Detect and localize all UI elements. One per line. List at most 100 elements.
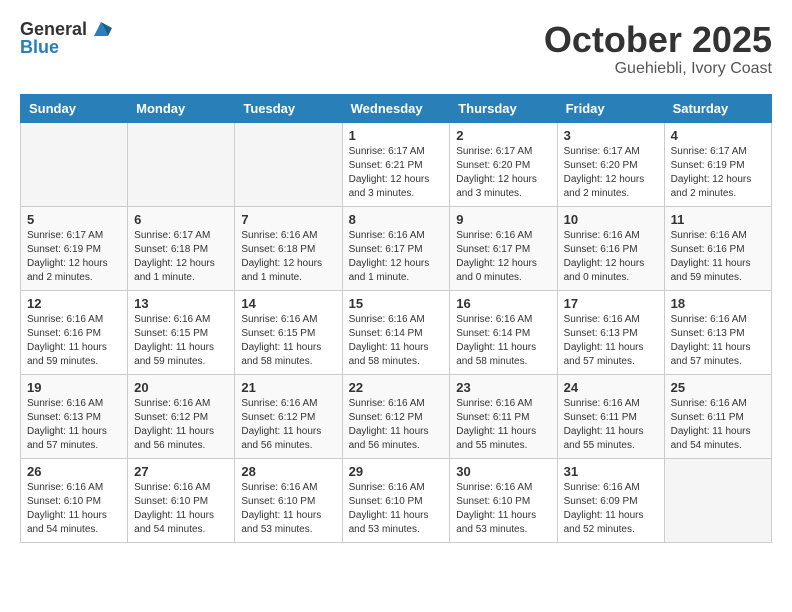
weekday-header-thursday: Thursday: [450, 94, 557, 122]
calendar-cell: 21 Sunrise: 6:16 AM Sunset: 6:12 PM Dayli…: [235, 374, 342, 458]
logo-blue: Blue: [20, 38, 112, 58]
day-number: 5: [27, 212, 121, 227]
calendar-cell: 24 Sunrise: 6:16 AM Sunset: 6:11 PM Dayli…: [557, 374, 664, 458]
weekday-header-sunday: Sunday: [21, 94, 128, 122]
calendar-cell: 28Sunrise: 6:16 AM Sunset: 6:10 PM Dayli…: [235, 458, 342, 542]
day-info: Sunrise: 6:17 AM Sunset: 6:20 PM Dayligh…: [456, 145, 550, 201]
calendar-cell: 20Sunrise: 6:16 AM Sunset: 6:12 PM Dayli…: [128, 374, 235, 458]
day-number: 22: [349, 380, 444, 395]
calendar-cell: 1 Sunrise: 6:17 AM Sunset: 6:21 PM Daylig…: [342, 122, 450, 206]
calendar-cell: 6 Sunrise: 6:17 AM Sunset: 6:18 PM Daylig…: [128, 206, 235, 290]
day-number: 9: [456, 212, 550, 227]
calendar-cell: 7Sunrise: 6:16 AM Sunset: 6:18 PM Daylig…: [235, 206, 342, 290]
day-number: 1: [349, 128, 444, 143]
location-title: Guehiebli, Ivory Coast: [544, 60, 772, 78]
day-info: Sunrise: 6:16 AM Sunset: 6:17 PM Dayligh…: [349, 229, 444, 285]
day-number: 6: [134, 212, 228, 227]
weekday-header-monday: Monday: [128, 94, 235, 122]
day-info: Sunrise: 6:16 AM Sunset: 6:12 PM Dayligh…: [134, 397, 228, 453]
day-number: 12: [27, 296, 121, 311]
calendar-cell: [21, 122, 128, 206]
calendar-cell: 12 Sunrise: 6:16 AM Sunset: 6:16 PM Dayli…: [21, 290, 128, 374]
calendar-cell: 31Sunrise: 6:16 AM Sunset: 6:09 PM Dayli…: [557, 458, 664, 542]
calendar-cell: 2 Sunrise: 6:17 AM Sunset: 6:20 PM Daylig…: [450, 122, 557, 206]
day-info: Sunrise: 6:16 AM Sunset: 6:10 PM Dayligh…: [27, 481, 121, 537]
day-info: Sunrise: 6:16 AM Sunset: 6:15 PM Dayligh…: [134, 313, 228, 369]
day-number: 25: [671, 380, 765, 395]
calendar-cell: 4 Sunrise: 6:17 AM Sunset: 6:19 PM Daylig…: [664, 122, 771, 206]
calendar-cell: 9 Sunrise: 6:16 AM Sunset: 6:17 PM Daylig…: [450, 206, 557, 290]
day-number: 11: [671, 212, 765, 227]
day-info: Sunrise: 6:17 AM Sunset: 6:18 PM Dayligh…: [134, 229, 228, 285]
day-info: Sunrise: 6:16 AM Sunset: 6:16 PM Dayligh…: [564, 229, 658, 285]
day-number: 14: [241, 296, 335, 311]
day-number: 3: [564, 128, 658, 143]
calendar-cell: 30 Sunrise: 6:16 AM Sunset: 6:10 PM Dayli…: [450, 458, 557, 542]
calendar-cell: [664, 458, 771, 542]
day-info: Sunrise: 6:17 AM Sunset: 6:19 PM Dayligh…: [671, 145, 765, 201]
title-block: October 2025 Guehiebli, Ivory Coast: [544, 20, 772, 78]
day-number: 29: [349, 464, 444, 479]
day-number: 8: [349, 212, 444, 227]
day-info: Sunrise: 6:16 AM Sunset: 6:11 PM Dayligh…: [456, 397, 550, 453]
weekday-header-friday: Friday: [557, 94, 664, 122]
day-number: 24: [564, 380, 658, 395]
day-info: Sunrise: 6:16 AM Sunset: 6:17 PM Dayligh…: [456, 229, 550, 285]
calendar-cell: 5Sunrise: 6:17 AM Sunset: 6:19 PM Daylig…: [21, 206, 128, 290]
logo-icon: [90, 18, 112, 40]
day-info: Sunrise: 6:16 AM Sunset: 6:12 PM Dayligh…: [241, 397, 335, 453]
day-info: Sunrise: 6:16 AM Sunset: 6:14 PM Dayligh…: [349, 313, 444, 369]
day-number: 30: [456, 464, 550, 479]
day-info: Sunrise: 6:16 AM Sunset: 6:10 PM Dayligh…: [134, 481, 228, 537]
calendar-cell: 26 Sunrise: 6:16 AM Sunset: 6:10 PM Dayli…: [21, 458, 128, 542]
day-number: 16: [456, 296, 550, 311]
day-info: Sunrise: 6:16 AM Sunset: 6:11 PM Dayligh…: [564, 397, 658, 453]
calendar-cell: 11Sunrise: 6:16 AM Sunset: 6:16 PM Dayli…: [664, 206, 771, 290]
calendar-table: SundayMondayTuesdayWednesdayThursdayFrid…: [20, 94, 772, 543]
calendar-cell: 25 Sunrise: 6:16 AM Sunset: 6:11 PM Dayli…: [664, 374, 771, 458]
page-header: General Blue October 2025 Guehiebli, Ivo…: [20, 20, 772, 78]
day-info: Sunrise: 6:16 AM Sunset: 6:10 PM Dayligh…: [456, 481, 550, 537]
calendar-cell: 8 Sunrise: 6:16 AM Sunset: 6:17 PM Daylig…: [342, 206, 450, 290]
day-number: 15: [349, 296, 444, 311]
calendar-cell: 13 Sunrise: 6:16 AM Sunset: 6:15 PM Dayli…: [128, 290, 235, 374]
day-number: 13: [134, 296, 228, 311]
day-info: Sunrise: 6:17 AM Sunset: 6:20 PM Dayligh…: [564, 145, 658, 201]
calendar-week-row: 26 Sunrise: 6:16 AM Sunset: 6:10 PM Dayli…: [21, 458, 772, 542]
calendar-cell: [128, 122, 235, 206]
weekday-header-tuesday: Tuesday: [235, 94, 342, 122]
day-info: Sunrise: 6:16 AM Sunset: 6:13 PM Dayligh…: [671, 313, 765, 369]
day-info: Sunrise: 6:16 AM Sunset: 6:14 PM Dayligh…: [456, 313, 550, 369]
calendar-week-row: 19Sunrise: 6:16 AM Sunset: 6:13 PM Dayli…: [21, 374, 772, 458]
weekday-header-row: SundayMondayTuesdayWednesdayThursdayFrid…: [21, 94, 772, 122]
day-info: Sunrise: 6:16 AM Sunset: 6:13 PM Dayligh…: [564, 313, 658, 369]
day-info: Sunrise: 6:16 AM Sunset: 6:16 PM Dayligh…: [27, 313, 121, 369]
calendar-cell: 3 Sunrise: 6:17 AM Sunset: 6:20 PM Daylig…: [557, 122, 664, 206]
day-info: Sunrise: 6:16 AM Sunset: 6:15 PM Dayligh…: [241, 313, 335, 369]
weekday-header-wednesday: Wednesday: [342, 94, 450, 122]
calendar-week-row: 12 Sunrise: 6:16 AM Sunset: 6:16 PM Dayli…: [21, 290, 772, 374]
calendar-cell: [235, 122, 342, 206]
calendar-cell: 23Sunrise: 6:16 AM Sunset: 6:11 PM Dayli…: [450, 374, 557, 458]
day-number: 10: [564, 212, 658, 227]
day-info: Sunrise: 6:16 AM Sunset: 6:11 PM Dayligh…: [671, 397, 765, 453]
day-number: 18: [671, 296, 765, 311]
day-info: Sunrise: 6:16 AM Sunset: 6:10 PM Dayligh…: [349, 481, 444, 537]
day-number: 2: [456, 128, 550, 143]
day-info: Sunrise: 6:16 AM Sunset: 6:12 PM Dayligh…: [349, 397, 444, 453]
calendar-cell: 19Sunrise: 6:16 AM Sunset: 6:13 PM Dayli…: [21, 374, 128, 458]
calendar-cell: 16 Sunrise: 6:16 AM Sunset: 6:14 PM Dayli…: [450, 290, 557, 374]
day-number: 28: [241, 464, 335, 479]
calendar-week-row: 5Sunrise: 6:17 AM Sunset: 6:19 PM Daylig…: [21, 206, 772, 290]
day-number: 4: [671, 128, 765, 143]
day-info: Sunrise: 6:17 AM Sunset: 6:21 PM Dayligh…: [349, 145, 444, 201]
day-number: 17: [564, 296, 658, 311]
calendar-cell: 27Sunrise: 6:16 AM Sunset: 6:10 PM Dayli…: [128, 458, 235, 542]
day-number: 21: [241, 380, 335, 395]
calendar-cell: 18 Sunrise: 6:16 AM Sunset: 6:13 PM Dayli…: [664, 290, 771, 374]
day-number: 7: [241, 212, 335, 227]
calendar-cell: 15 Sunrise: 6:16 AM Sunset: 6:14 PM Dayli…: [342, 290, 450, 374]
weekday-header-saturday: Saturday: [664, 94, 771, 122]
day-number: 26: [27, 464, 121, 479]
day-number: 31: [564, 464, 658, 479]
